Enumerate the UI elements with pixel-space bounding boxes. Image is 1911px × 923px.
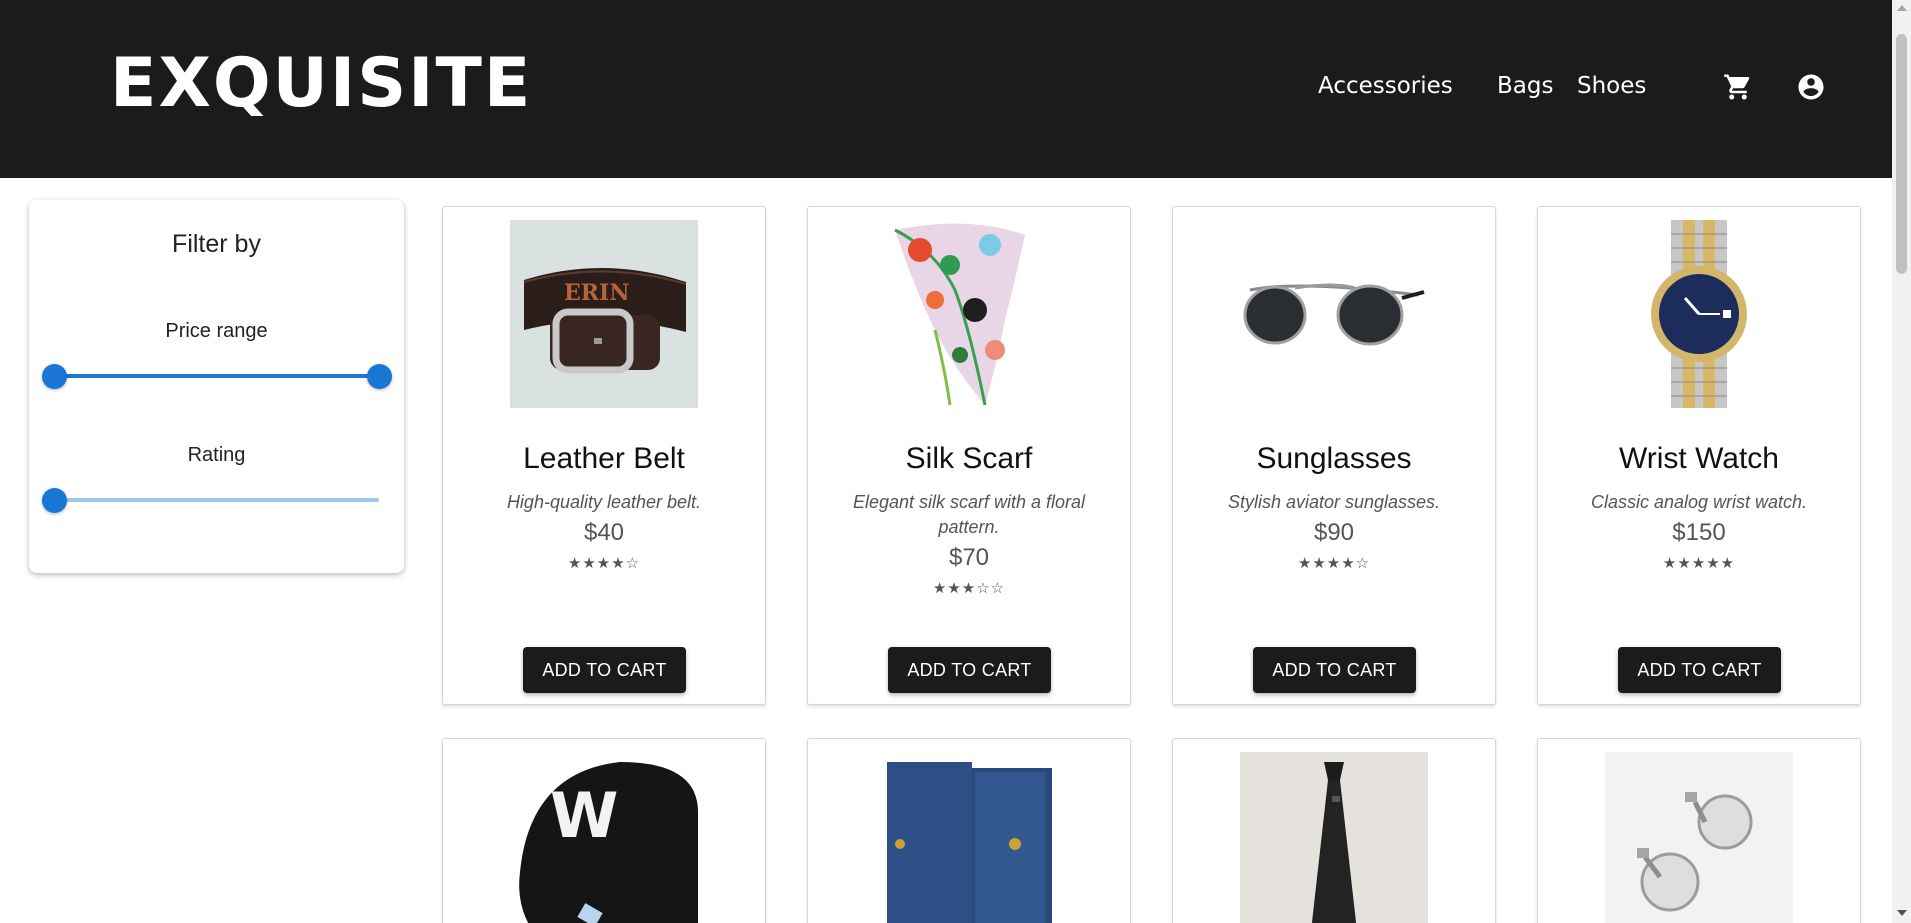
nav-accessories[interactable]: Accessories	[1318, 70, 1453, 102]
product-rating-stars: ★★★★☆	[567, 555, 641, 572]
rating-track	[54, 498, 379, 502]
page-scrollbar[interactable]	[1892, 0, 1911, 923]
product-title: Sunglasses	[1256, 442, 1412, 475]
price-range-label: Price range	[165, 320, 268, 342]
filter-panel: Filter by Price range Rating	[29, 200, 404, 573]
product-card: W	[442, 738, 766, 923]
price-range-max-thumb[interactable]	[367, 364, 392, 389]
filter-title: Filter by	[172, 230, 261, 258]
rating-slider[interactable]	[42, 486, 379, 514]
product-card: Wrist Watch Classic analog wrist watch. …	[1537, 206, 1861, 705]
product-price: $90	[1313, 519, 1355, 546]
rating-thumb[interactable]	[42, 488, 67, 513]
baseball-cap-image[interactable]: W	[510, 752, 698, 923]
product-price: $40	[583, 519, 625, 546]
svg-text:ERIN: ERIN	[564, 280, 629, 306]
nav-bags[interactable]: Bags	[1497, 70, 1553, 102]
product-price: $150	[1672, 519, 1726, 546]
add-to-cart-button[interactable]: ADD TO CART	[523, 647, 686, 693]
product-description: Elegant silk scarf with a floral pattern…	[852, 492, 1086, 537]
product-title: Silk Scarf	[905, 442, 1033, 475]
add-to-cart-button[interactable]: ADD TO CART	[1618, 647, 1781, 693]
product-description: Classic analog wrist watch.	[1590, 492, 1808, 512]
wallet-image[interactable]	[875, 752, 1063, 923]
product-rating-stars: ★★★★★	[1662, 555, 1736, 572]
product-card	[1537, 738, 1861, 923]
product-price: $70	[948, 544, 990, 571]
add-to-cart-button[interactable]: ADD TO CART	[1253, 647, 1416, 693]
product-card: Sunglasses Stylish aviator sunglasses. $…	[1172, 206, 1496, 705]
product-card	[1172, 738, 1496, 923]
scroll-up-arrow-icon[interactable]	[1897, 5, 1907, 11]
account-circle-icon[interactable]	[1796, 72, 1826, 102]
leather-belt-image[interactable]: ERIN	[510, 220, 698, 408]
cart-icon[interactable]	[1723, 72, 1753, 102]
site-logo[interactable]: EXQUISITE	[110, 48, 532, 120]
product-rating-stars: ★★★☆☆	[932, 580, 1006, 597]
scroll-down-arrow-icon[interactable]	[1897, 910, 1907, 916]
product-rating-stars: ★★★★☆	[1297, 555, 1371, 572]
cufflinks-image[interactable]	[1605, 752, 1793, 923]
product-description: High-quality leather belt.	[506, 492, 702, 512]
price-range-slider[interactable]	[42, 362, 392, 390]
product-title: Leather Belt	[523, 442, 685, 475]
product-title: Wrist Watch	[1618, 442, 1779, 475]
nav-shoes[interactable]: Shoes	[1577, 70, 1646, 102]
wrist-watch-image[interactable]	[1605, 220, 1793, 408]
price-range-min-thumb[interactable]	[42, 364, 67, 389]
svg-text:W: W	[550, 779, 618, 852]
scroll-thumb[interactable]	[1896, 34, 1907, 274]
rating-label: Rating	[187, 444, 246, 466]
product-description: Stylish aviator sunglasses.	[1227, 492, 1441, 512]
product-card: Silk Scarf Elegant silk scarf with a flo…	[807, 206, 1131, 705]
sunglasses-image[interactable]	[1240, 220, 1428, 408]
add-to-cart-button[interactable]: ADD TO CART	[888, 647, 1051, 693]
product-card: ERIN Leather Belt High-quality leather b…	[442, 206, 766, 705]
site-header: EXQUISITE Accessories Bags Shoes	[0, 0, 1892, 178]
silk-scarf-image[interactable]	[875, 220, 1063, 408]
necktie-image[interactable]	[1240, 752, 1428, 923]
product-card	[807, 738, 1131, 923]
price-range-track-fill	[54, 374, 379, 378]
